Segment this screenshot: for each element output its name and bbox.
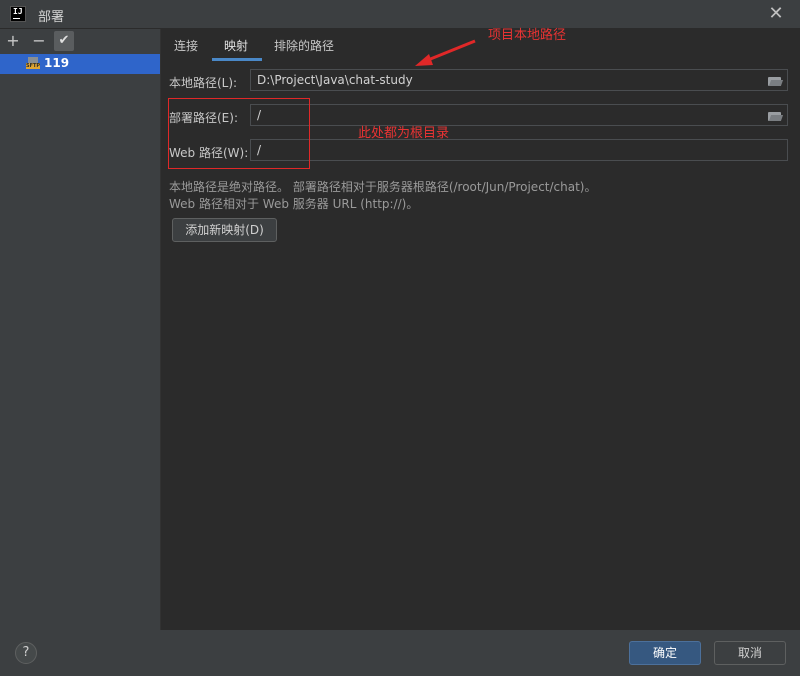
active-tab-indicator [212, 58, 262, 61]
cancel-button[interactable]: 取消 [714, 641, 786, 665]
sidebar-toolbar: + − ✔ [0, 29, 160, 53]
server-list-item-119[interactable]: SFTP 119 [0, 54, 160, 74]
annotation-root-note: 此处都为根目录 [358, 126, 450, 141]
tab-excluded-paths[interactable]: 排除的路径 [274, 37, 334, 54]
local-path-input[interactable]: D:\Project\Java\chat-study [250, 69, 788, 91]
help-text-line-2: Web 路径相对于 Web 服务器 URL (http://)。 [169, 197, 419, 211]
dialog-title: 部署 [38, 10, 65, 25]
ok-button[interactable]: 确定 [629, 641, 701, 665]
web-path-input[interactable]: / [250, 139, 788, 161]
sftp-server-icon: SFTP [26, 57, 40, 70]
server-label: 119 [44, 56, 70, 70]
title-bar: IJ 部署 ✕ [0, 0, 800, 29]
annotation-arrow-icon [415, 39, 476, 66]
server-sidebar: + − ✔ SFTP 119 [0, 29, 161, 630]
help-icon[interactable]: ? [15, 642, 37, 664]
dialog-footer: ? 确定 取消 [0, 630, 800, 676]
browse-folder-icon[interactable] [768, 76, 784, 86]
remove-server-icon[interactable]: − [29, 31, 49, 51]
deploy-path-input[interactable]: / [250, 104, 788, 126]
add-mapping-button[interactable]: 添加新映射(D) [172, 218, 277, 242]
local-path-value: D:\Project\Java\chat-study [257, 73, 413, 87]
annotation-highlight-box [168, 98, 310, 169]
add-server-icon[interactable]: + [3, 31, 23, 51]
annotation-local-path-note: 项目本地路径 [488, 28, 567, 43]
tab-mappings[interactable]: 映射 [224, 37, 248, 54]
close-icon[interactable]: ✕ [766, 3, 786, 24]
browse-deploy-folder-icon[interactable] [768, 111, 784, 121]
set-default-check-icon[interactable]: ✔ [54, 31, 74, 51]
tab-connection[interactable]: 连接 [174, 37, 198, 54]
intellij-app-icon: IJ [10, 6, 26, 22]
help-text-line-1: 本地路径是绝对路径。 部署路径相对于服务器根路径(/root/Jun/Proje… [169, 180, 597, 194]
local-path-label: 本地路径(L): [169, 76, 238, 90]
